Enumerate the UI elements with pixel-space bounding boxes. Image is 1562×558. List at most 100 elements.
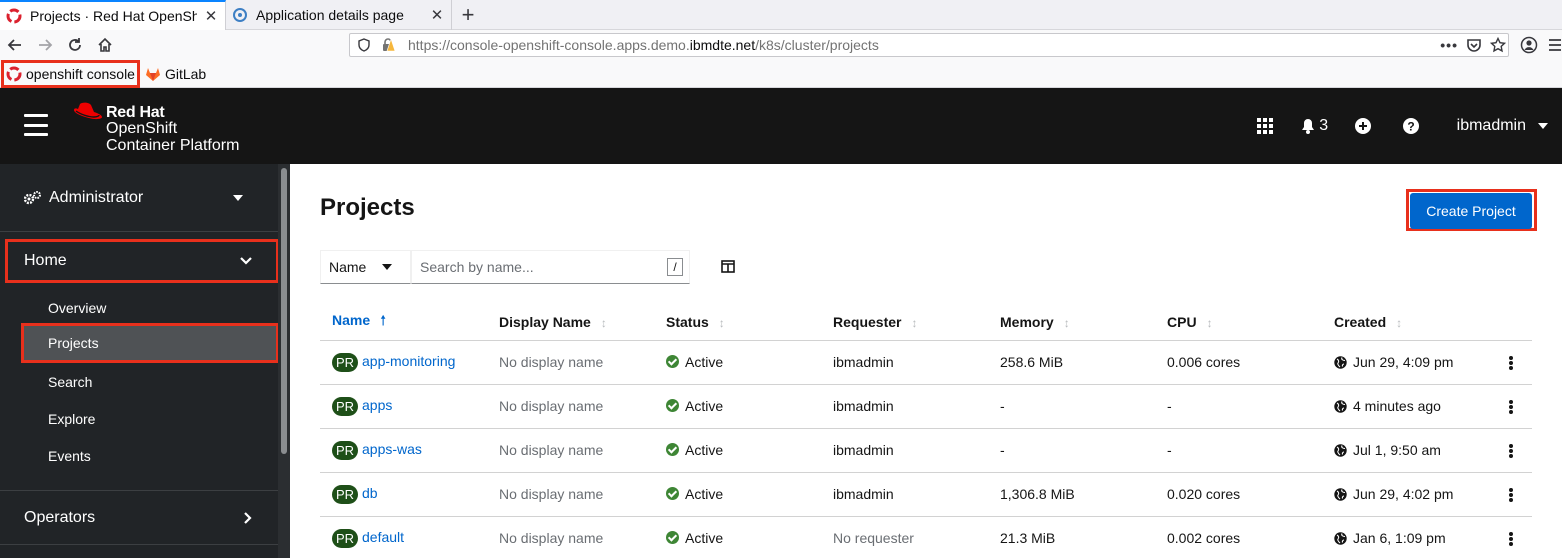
bell-icon <box>1302 119 1315 134</box>
kebab-menu-icon[interactable] <box>1509 400 1513 415</box>
svg-text:?: ? <box>1407 120 1414 134</box>
browser-tab-application-details[interactable]: Application details page ✕ <box>226 0 452 30</box>
cell-requester: No requester <box>821 516 988 558</box>
nav-section-operators[interactable]: Operators <box>6 497 278 539</box>
create-project-button[interactable]: Create Project <box>1410 193 1532 229</box>
sidebar-item-explore[interactable]: Explore <box>22 400 278 438</box>
home-icon[interactable] <box>90 30 120 60</box>
column-header-memory[interactable]: Memory ↕ <box>988 304 1155 341</box>
globe-icon <box>1334 444 1347 457</box>
sort-icon: ↕ <box>911 315 918 330</box>
cell-requester: ibmadmin <box>821 472 988 517</box>
username: ibmadmin <box>1456 117 1526 134</box>
shield-icon[interactable] <box>354 35 374 55</box>
check-circle-icon <box>666 355 679 368</box>
gitlab-icon <box>145 66 161 82</box>
address-bar-actions: ••• <box>1440 34 1506 56</box>
kebab-menu-icon[interactable] <box>1509 444 1513 459</box>
sidebar-scrollbar[interactable] <box>278 164 290 558</box>
project-badge: PR <box>332 528 358 548</box>
column-header-status[interactable]: Status ↕ <box>654 304 821 341</box>
browser-tab-strip: Projects · Red Hat OpenShift Container P… <box>0 0 1562 30</box>
account-icon[interactable] <box>1520 30 1538 60</box>
bookmark-openshift-console[interactable]: openshift console <box>1 59 140 88</box>
column-header-created[interactable]: Created ↕ <box>1322 304 1489 341</box>
add-icon[interactable] <box>1343 106 1383 146</box>
sidebar-item-overview[interactable]: Overview <box>22 289 278 327</box>
bookmark-star-icon[interactable] <box>1490 37 1506 53</box>
cell-memory: 1,306.8 MiB <box>988 472 1155 517</box>
bookmark-label: openshift console <box>26 65 135 82</box>
table-row: PR default No display name Active No request… <box>320 516 1532 558</box>
cell-requester: ibmadmin <box>821 384 988 429</box>
notifications-button[interactable]: 3 <box>1293 106 1337 146</box>
page-actions-icon[interactable]: ••• <box>1440 37 1458 53</box>
sidebar-item-events[interactable]: Events <box>22 437 278 475</box>
tab-title: Application details page <box>256 7 404 23</box>
browser-tab-projects[interactable]: Projects · Red Hat OpenShift Container P… <box>0 0 226 30</box>
project-link[interactable]: db <box>362 485 378 501</box>
cell-name: PR default <box>320 516 487 558</box>
column-management-icon[interactable] <box>721 260 735 273</box>
address-bar[interactable]: https://console-openshift-console.apps.d… <box>349 33 1509 57</box>
caret-down-icon <box>382 264 393 270</box>
table-row: PR app-monitoring No display name Active ibm… <box>320 340 1532 385</box>
filter-type-dropdown[interactable]: Name <box>320 250 411 284</box>
cell-display-name: No display name <box>487 516 654 558</box>
new-tab-button[interactable]: + <box>452 0 484 29</box>
browser-toolbar: https://console-openshift-console.apps.d… <box>0 30 1562 60</box>
cell-status: Active <box>654 428 821 473</box>
nav-toggle-icon[interactable] <box>24 114 48 136</box>
sort-icon: ↕ <box>600 315 607 330</box>
created-text: Jan 6, 1:09 pm <box>1353 530 1446 546</box>
menu-icon[interactable] <box>1549 30 1561 60</box>
cell-created: Jun 29, 4:02 pm <box>1322 472 1489 517</box>
cell-display-name: No display name <box>487 472 654 517</box>
cell-cpu: 0.002 cores <box>1155 516 1322 558</box>
user-menu[interactable]: ibmadmin <box>1457 117 1548 135</box>
back-arrow-icon[interactable] <box>0 30 30 60</box>
close-tab-icon[interactable]: ✕ <box>429 6 445 24</box>
kebab-menu-icon[interactable] <box>1509 488 1513 503</box>
project-link[interactable]: app-monitoring <box>362 353 455 369</box>
page-title: Projects <box>320 194 415 221</box>
notification-count: 3 <box>1319 117 1329 134</box>
help-icon[interactable]: ? <box>1391 106 1431 146</box>
sidebar-item-search[interactable]: Search <box>22 363 278 401</box>
reload-icon[interactable] <box>60 30 90 60</box>
column-header-name[interactable]: Name 🠕 <box>320 304 487 341</box>
sidebar-item-label: Search <box>48 374 93 390</box>
sidebar-item-projects[interactable]: Projects <box>21 323 279 363</box>
project-link[interactable]: default <box>362 529 404 545</box>
column-header-cpu[interactable]: CPU ↕ <box>1155 304 1322 341</box>
close-tab-icon[interactable]: ✕ <box>203 7 219 25</box>
kebab-menu-icon[interactable] <box>1509 532 1513 547</box>
app-launcher-icon[interactable] <box>1245 106 1285 146</box>
openshift-icon <box>6 8 22 24</box>
project-link[interactable]: apps <box>362 397 392 413</box>
bookmark-gitlab[interactable]: GitLab <box>141 61 210 87</box>
created-text: Jun 29, 4:09 pm <box>1353 354 1454 370</box>
cell-display-name: No display name <box>487 428 654 473</box>
perspective-switcher[interactable]: Administrator <box>0 164 278 232</box>
column-header-actions <box>1489 304 1532 341</box>
scrollbar-thumb[interactable] <box>281 168 287 454</box>
search-input[interactable]: Search by name... / <box>411 250 690 284</box>
sidebar-item-label: Explore <box>48 411 96 427</box>
table-row: PR db No display name Active ibmadmin 1,306.8… <box>320 472 1532 517</box>
bookmark-label: GitLab <box>164 65 207 82</box>
forward-arrow-icon[interactable] <box>30 30 60 60</box>
insecure-lock-icon[interactable] <box>378 35 398 55</box>
projects-table: Name 🠕 Display Name ↕ Status ↕ Requester ↕ M… <box>320 304 1532 558</box>
column-header-display-name[interactable]: Display Name ↕ <box>487 304 654 341</box>
chevron-down-icon <box>240 257 252 265</box>
project-badge: PR <box>332 396 358 416</box>
cell-requester: ibmadmin <box>821 428 988 473</box>
project-link[interactable]: apps-was <box>362 441 422 457</box>
main-content: Projects Create Project Name Search by n… <box>290 164 1562 558</box>
column-header-requester[interactable]: Requester ↕ <box>821 304 988 341</box>
pocket-icon[interactable] <box>1466 37 1482 53</box>
kebab-menu-icon[interactable] <box>1509 356 1513 371</box>
sidebar-nav: Administrator Home Overview Projects Sea… <box>0 164 290 558</box>
nav-section-home[interactable]: Home <box>5 239 279 283</box>
